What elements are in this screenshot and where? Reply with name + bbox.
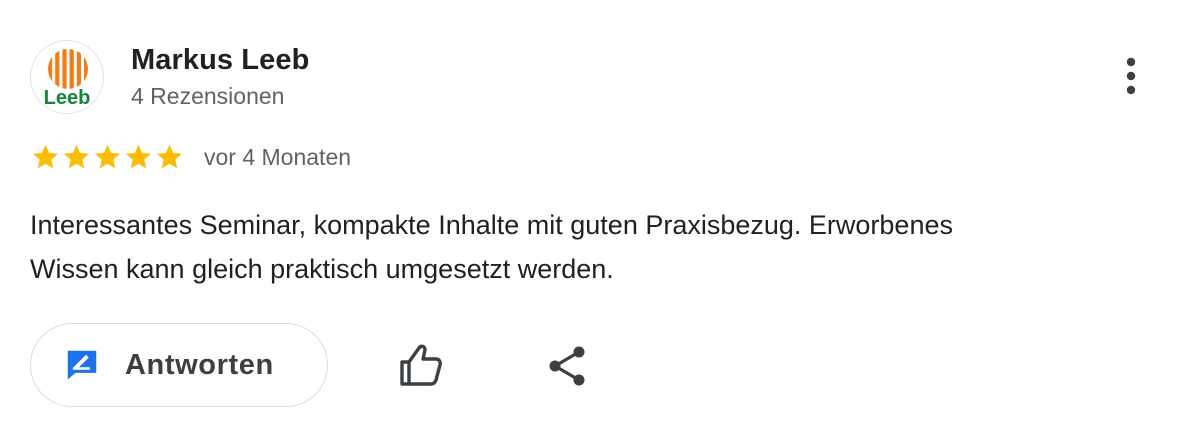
reply-icon [67, 350, 97, 380]
reply-label: Antworten [125, 348, 274, 381]
star-icon [33, 144, 58, 169]
star-icon [126, 144, 151, 169]
avatar-logo-text: Leeb [44, 87, 91, 109]
avatar[interactable]: Leeb [30, 40, 104, 114]
star-icon [95, 144, 120, 169]
leeb-logo-icon: Leeb [44, 49, 91, 109]
share-icon [549, 346, 585, 386]
star-icon [157, 144, 182, 169]
review-date: vor 4 Monaten [204, 144, 352, 170]
review-card: Leeb Markus Leeb 4 Rezensionen vor 4 Mon… [0, 0, 1189, 436]
more-vert-icon [1126, 57, 1136, 95]
like-button[interactable] [394, 340, 446, 388]
star-icon [64, 144, 89, 169]
share-button[interactable] [544, 342, 592, 390]
rating-row: vor 4 Monaten [30, 140, 351, 174]
reply-button[interactable]: Antworten [30, 323, 328, 407]
thumb-up-icon [400, 344, 442, 386]
review-count[interactable]: 4 Rezensionen [131, 82, 284, 110]
star-rating [30, 142, 185, 172]
reviewer-name[interactable]: Markus Leeb [131, 44, 309, 76]
more-options-button[interactable] [1112, 54, 1150, 98]
review-text: Interessantes Seminar, kompakte Inhalte … [30, 210, 953, 284]
